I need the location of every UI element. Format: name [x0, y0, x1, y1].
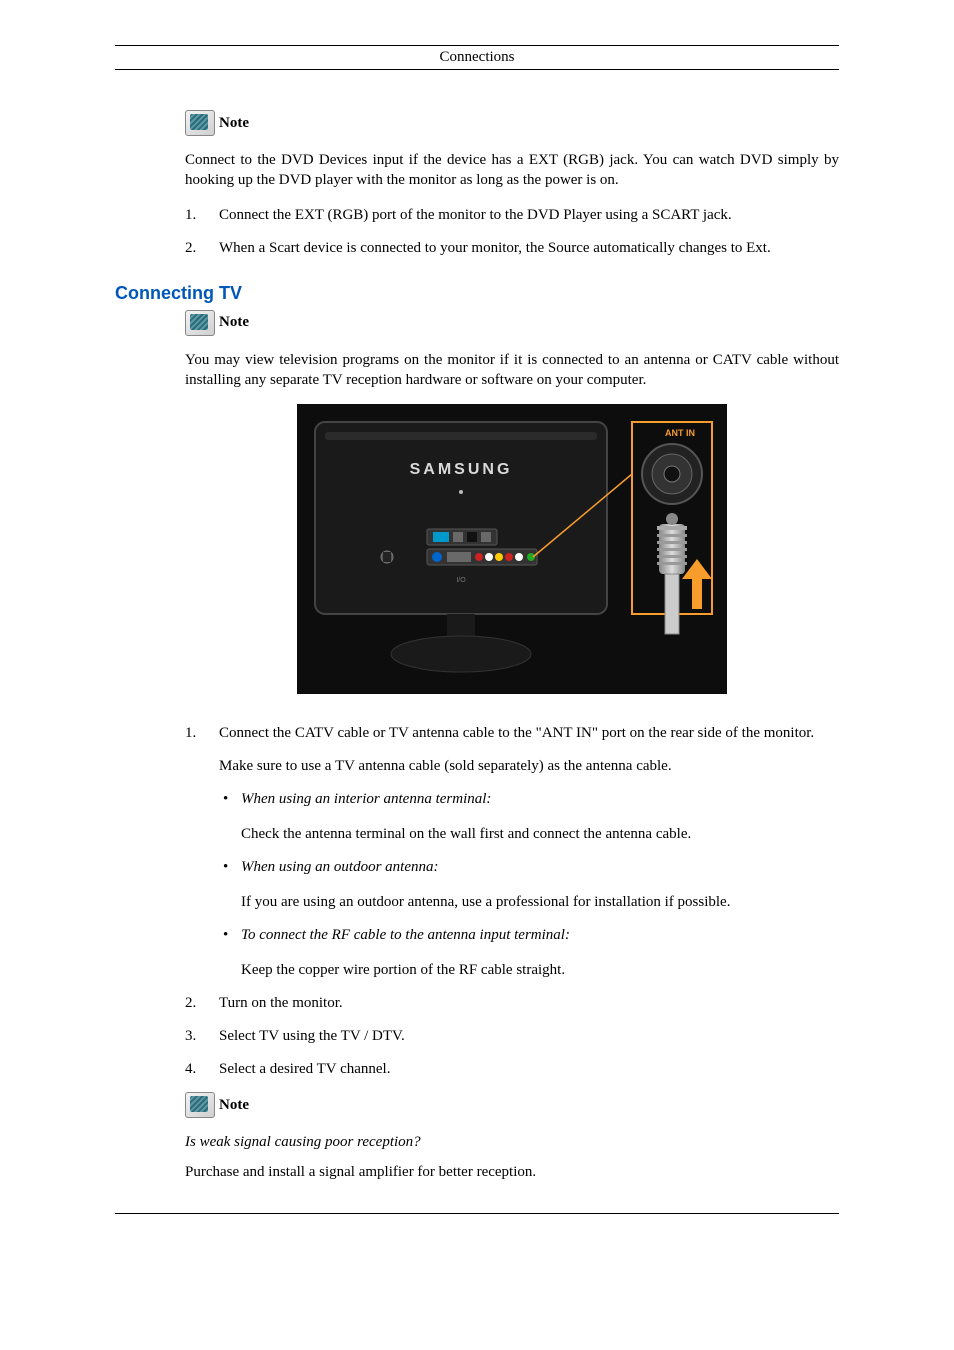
bullet-title: To connect the RF cable to the antenna i…: [241, 927, 570, 943]
note-label: Note: [219, 314, 249, 331]
dvd-step-1: Connect the EXT (RGB) port of the monito…: [185, 205, 839, 226]
note-block-3: Note: [185, 1092, 839, 1118]
bullet-desc: If you are using an outdoor antenna, use…: [241, 892, 839, 913]
bullet-rf-cable: To connect the RF cable to the antenna i…: [241, 925, 839, 981]
bullet-desc: Check the antenna terminal on the wall f…: [241, 824, 839, 845]
weak-signal-question: Is weak signal causing poor reception?: [185, 1132, 839, 1152]
tv-steps-list: Connect the CATV cable or TV antenna cab…: [185, 723, 839, 1080]
bullet-outdoor-antenna: When using an outdoor antenna: If you ar…: [241, 857, 839, 913]
monitor-antenna-illustration: SAMSUNG I/O: [297, 404, 727, 694]
tv-connection-figure: SAMSUNG I/O: [185, 404, 839, 699]
monitor-brand-text: SAMSUNG: [410, 461, 513, 478]
tv-step-4: Select a desired TV channel.: [185, 1059, 839, 1080]
tv-step-1-bullets: When using an interior antenna terminal:…: [219, 789, 839, 981]
port-label-ant-in: ANT IN: [665, 428, 695, 438]
bullet-desc: Keep the copper wire portion of the RF c…: [241, 960, 839, 981]
weak-signal-answer: Purchase and install a signal amplifier …: [185, 1162, 839, 1182]
tv-step-1-sub: Make sure to use a TV antenna cable (sol…: [219, 756, 839, 777]
note-icon: [185, 1092, 215, 1118]
note-block-2: Note: [185, 310, 839, 336]
tv-step-3: Select TV using the TV / DTV.: [185, 1026, 839, 1047]
bullet-title: When using an outdoor antenna:: [241, 859, 438, 875]
dvd-intro-paragraph: Connect to the DVD Devices input if the …: [185, 150, 839, 191]
note-label: Note: [219, 1097, 249, 1114]
bullet-title: When using an interior antenna terminal:: [241, 791, 491, 807]
tv-step-1-text: Connect the CATV cable or TV antenna cab…: [219, 725, 814, 741]
page-header-title: Connections: [440, 49, 515, 65]
page-content: Note Connect to the DVD Devices input if…: [115, 110, 839, 1183]
section-title-connecting-tv: Connecting TV: [115, 283, 839, 304]
note-label: Note: [219, 115, 249, 132]
note-block-1: Note: [185, 110, 839, 136]
monitor-small-label: I/O: [456, 577, 466, 584]
tv-step-2: Turn on the monitor.: [185, 993, 839, 1014]
footer-rule: [115, 1213, 839, 1214]
dvd-steps-list: Connect the EXT (RGB) port of the monito…: [185, 205, 839, 259]
note-icon: [185, 110, 215, 136]
bullet-interior-antenna: When using an interior antenna terminal:…: [241, 789, 839, 845]
note-icon: [185, 310, 215, 336]
tv-step-1: Connect the CATV cable or TV antenna cab…: [185, 723, 839, 981]
tv-intro-paragraph: You may view television programs on the …: [185, 350, 839, 391]
dvd-step-2: When a Scart device is connected to your…: [185, 238, 839, 259]
page-header: Connections: [115, 45, 839, 70]
